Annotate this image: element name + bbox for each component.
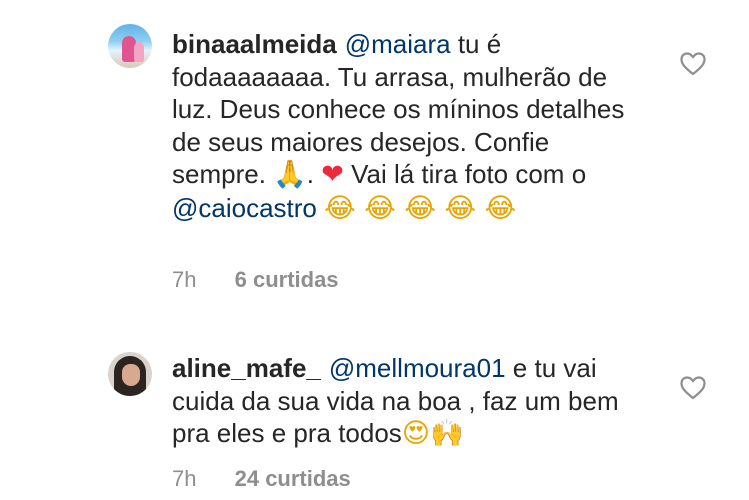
comment-likes-count[interactable]: 24 curtidas: [235, 466, 351, 491]
comment-body: .: [306, 159, 322, 189]
comment-username[interactable]: binaaalmeida: [172, 29, 337, 59]
comment-meta: 7h 24 curtidas: [172, 466, 351, 492]
comment-timestamp: 7h: [172, 466, 197, 491]
red-heart-emoji: ❤: [321, 159, 344, 190]
mention-link[interactable]: @caiocastro: [172, 193, 317, 223]
avatar[interactable]: [108, 352, 152, 396]
folded-hands-emoji: 🙏: [273, 159, 307, 190]
comment-username[interactable]: aline_mafe_: [172, 353, 321, 383]
heart-outline-icon[interactable]: [680, 52, 706, 76]
comment-timestamp: 7h: [172, 267, 197, 292]
heart-outline-icon[interactable]: [680, 376, 706, 400]
avatar-face: [122, 364, 140, 386]
comments-panel: binaaalmeida @maiara tu é fodaaaaaaaa. Tu…: [0, 0, 749, 500]
mention-link[interactable]: @mellmoura01: [329, 353, 506, 383]
avatar-figure: [134, 42, 144, 62]
comment-likes-count[interactable]: 6 curtidas: [235, 267, 339, 292]
comment-item: binaaalmeida @maiara tu é fodaaaaaaaa. Tu…: [0, 0, 749, 320]
mention-link[interactable]: @maiara: [345, 29, 451, 59]
comment-body: Vai lá tira foto com o: [343, 159, 587, 189]
comment-text: aline_mafe_ @mellmoura01 e tu vai cuida d…: [172, 352, 642, 451]
avatar[interactable]: [108, 24, 152, 68]
raising-hands-emoji: 🙌: [429, 418, 464, 449]
comment-text: binaaalmeida @maiara tu é fodaaaaaaaa. Tu…: [172, 28, 642, 225]
comment-item: aline_mafe_ @mellmoura01 e tu vai cuida d…: [0, 330, 749, 500]
tears-of-joy-emoji: 😂 😂 😂 😂 😂: [324, 192, 517, 224]
heart-eyes-emoji: 😍: [401, 418, 430, 449]
comment-meta: 7h 6 curtidas: [172, 267, 339, 293]
